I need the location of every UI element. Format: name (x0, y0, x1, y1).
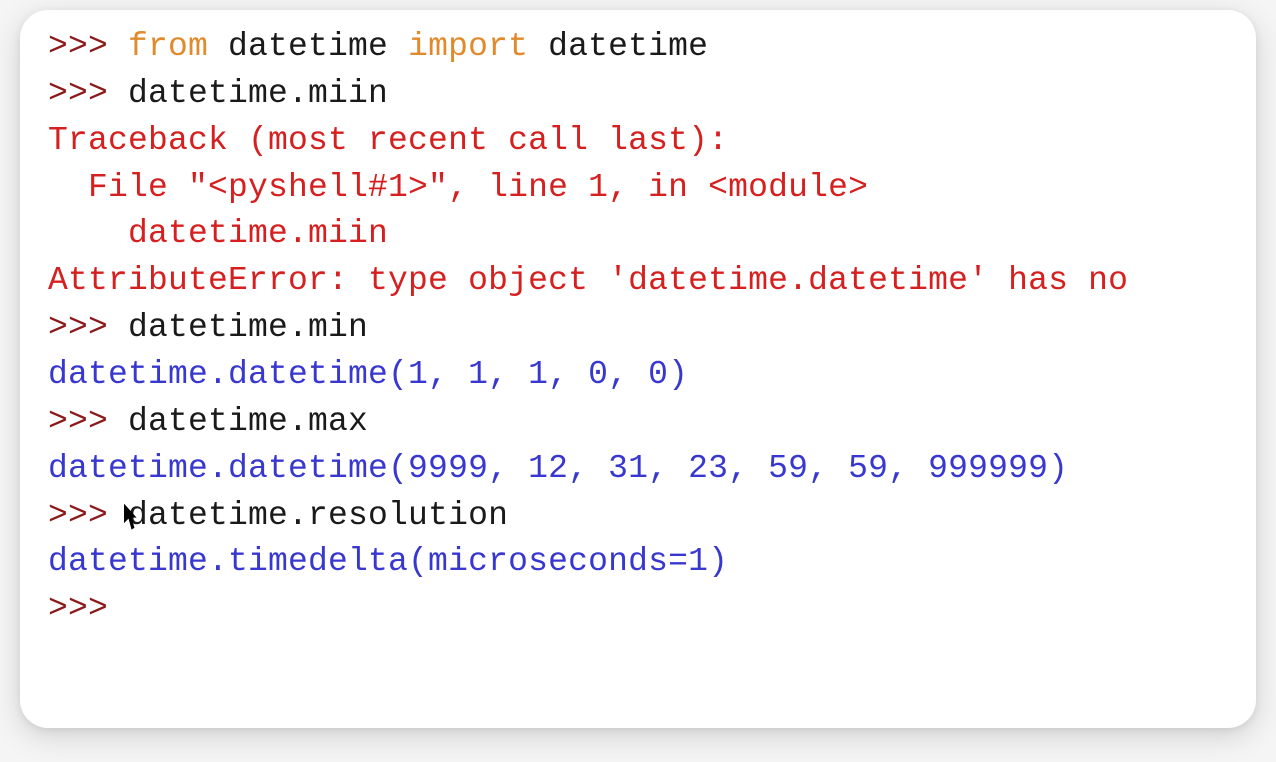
code-token: from (128, 28, 208, 65)
code-token: datetime.resolution (128, 497, 508, 534)
shell-line: >>> datetime.min (48, 305, 1256, 352)
shell-line: datetime.timedelta(microseconds=1) (48, 539, 1256, 586)
code-token: datetime.max (128, 403, 368, 440)
code-token: import (408, 28, 528, 65)
shell-prompt: >>> (48, 75, 128, 112)
error-text: Traceback (most recent call last): (48, 122, 728, 159)
shell-line: >>> datetime.resolution (48, 493, 1256, 540)
shell-prompt: >>> (48, 403, 128, 440)
shell-prompt: >>> (48, 590, 128, 627)
shell-prompt: >>> (48, 28, 128, 65)
shell-line: datetime.datetime(9999, 12, 31, 23, 59, … (48, 446, 1256, 493)
output-text: datetime.timedelta(microseconds=1) (48, 543, 728, 580)
error-text: datetime.miin (48, 215, 388, 252)
python-shell-output[interactable]: >>> from datetime import datetime>>> dat… (48, 24, 1256, 633)
output-text: datetime.datetime(9999, 12, 31, 23, 59, … (48, 450, 1068, 487)
output-text: datetime.datetime(1, 1, 1, 0, 0) (48, 356, 688, 393)
shell-line: datetime.miin (48, 211, 1256, 258)
error-text: File "<pyshell#1>", line 1, in <module> (48, 169, 868, 206)
shell-line: >>> datetime.miin (48, 71, 1256, 118)
shell-line: >>> datetime.max (48, 399, 1256, 446)
python-shell-window: >>> from datetime import datetime>>> dat… (20, 10, 1256, 728)
shell-prompt: >>> (48, 309, 128, 346)
shell-line: >>> (48, 586, 1256, 633)
code-token: datetime (208, 28, 408, 65)
shell-line: >>> from datetime import datetime (48, 24, 1256, 71)
shell-line: AttributeError: type object 'datetime.da… (48, 258, 1256, 305)
error-text: AttributeError: type object 'datetime.da… (48, 262, 1128, 299)
code-token: datetime.min (128, 309, 368, 346)
shell-line: datetime.datetime(1, 1, 1, 0, 0) (48, 352, 1256, 399)
shell-line: File "<pyshell#1>", line 1, in <module> (48, 165, 1256, 212)
shell-prompt: >>> (48, 497, 128, 534)
code-token: datetime.miin (128, 75, 388, 112)
code-token: datetime (528, 28, 708, 65)
shell-line: Traceback (most recent call last): (48, 118, 1256, 165)
